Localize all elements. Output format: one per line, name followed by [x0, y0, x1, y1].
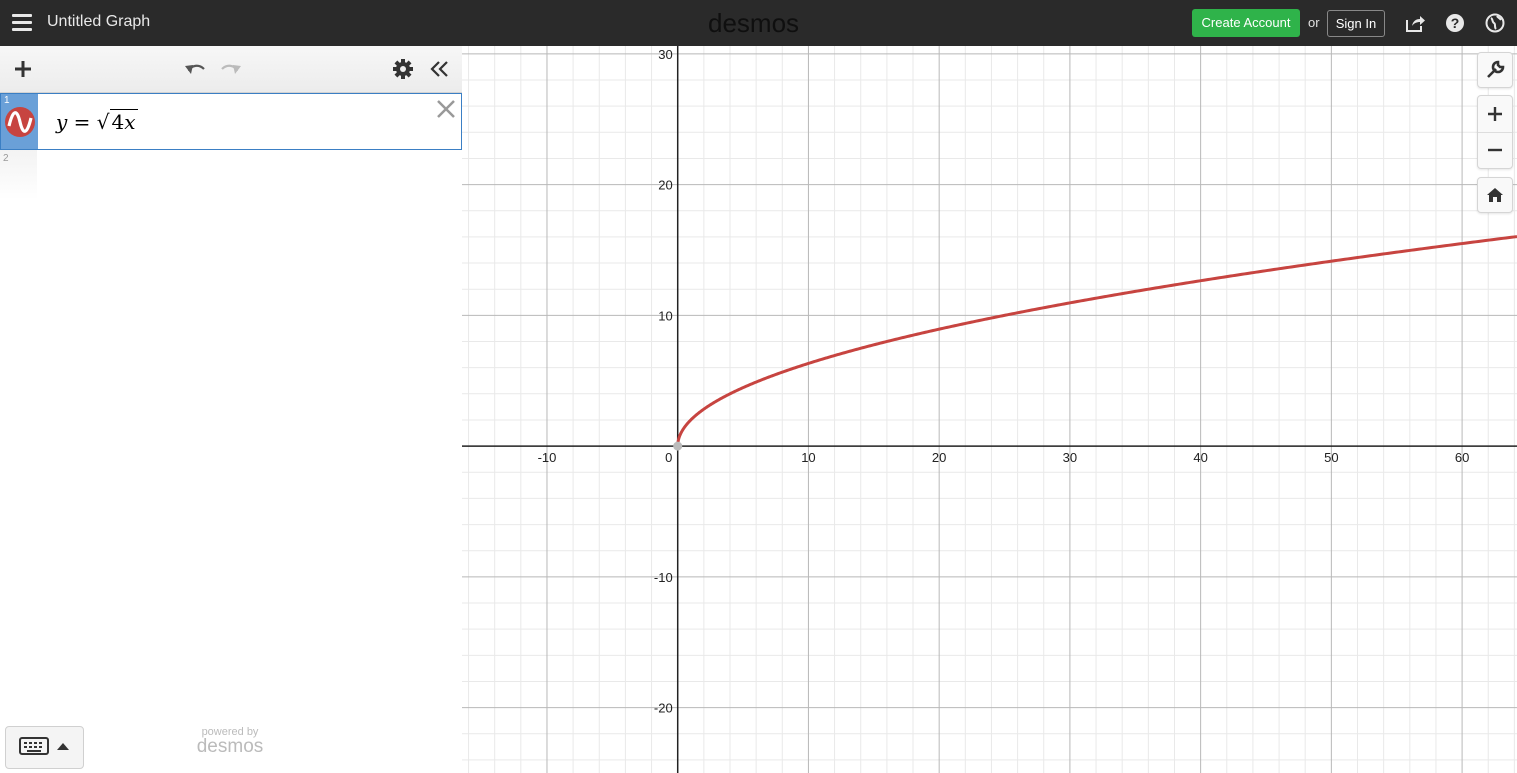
- expression-tab[interactable]: 2: [0, 150, 37, 200]
- collapse-icon[interactable]: [427, 56, 453, 82]
- x-tick-label: 0: [665, 450, 672, 465]
- expression-item-empty[interactable]: 2: [0, 150, 462, 200]
- radicand-coefficient: 4: [111, 110, 125, 134]
- desmos-logo: desmos: [708, 8, 800, 38]
- major-gridlines: [462, 46, 1517, 773]
- zoom-out-button[interactable]: [1478, 133, 1512, 168]
- axes: [462, 46, 1517, 773]
- globe-icon[interactable]: [1484, 12, 1506, 34]
- svg-text:?: ?: [1451, 15, 1460, 31]
- x-tick-label: 60: [1455, 450, 1469, 465]
- zoom-in-icon: [1488, 107, 1502, 121]
- help-icon[interactable]: ?: [1444, 12, 1466, 34]
- wrench-icon: [1487, 60, 1505, 78]
- expression-lhs: y: [56, 110, 68, 134]
- expression-toolbar: [0, 46, 462, 93]
- expression-number: 2: [3, 153, 9, 164]
- x-tick-label: 20: [932, 450, 946, 465]
- share-icon[interactable]: [1404, 12, 1426, 34]
- expression-input[interactable]: y = √ 4x: [56, 109, 138, 134]
- y-tick-label: 30: [658, 47, 672, 62]
- top-bar: Untitled Graph desmos Create Account or …: [0, 0, 1517, 46]
- minor-gridlines: [462, 46, 1517, 773]
- menu-icon[interactable]: [12, 14, 32, 32]
- zoom-controls: [1477, 95, 1513, 169]
- expression-item[interactable]: 1 y = √ 4x: [0, 93, 462, 150]
- x-tick-label: 30: [1063, 450, 1077, 465]
- x-tick-label: 10: [801, 450, 815, 465]
- default-viewport-button[interactable]: [1477, 177, 1513, 213]
- y-tick-label: 10: [658, 308, 672, 323]
- add-icon[interactable]: [10, 56, 36, 82]
- graph-settings-button[interactable]: [1477, 52, 1513, 88]
- graph-paper[interactable]: -10 0 10 20 30 40 50 60 30 20 10 -10 -20: [462, 46, 1517, 773]
- expression-equals: =: [73, 110, 91, 134]
- y-tick-label: 20: [658, 178, 672, 193]
- or-label: or: [1308, 15, 1320, 30]
- expression-panel: 1 y = √ 4x 2 powered by desmos: [0, 46, 463, 773]
- powered-by-desmos[interactable]: powered by desmos: [190, 726, 270, 758]
- expression-number: 1: [4, 95, 10, 106]
- create-account-button[interactable]: Create Account: [1192, 9, 1300, 37]
- sqrt-radicand: 4x: [109, 109, 138, 134]
- redo-icon[interactable]: [218, 56, 244, 82]
- x-tick-label: 40: [1193, 450, 1207, 465]
- sqrt-symbol: √: [96, 110, 110, 134]
- y-tick-label: -10: [654, 570, 673, 585]
- y-tick-label: -20: [654, 701, 673, 716]
- powered-by-brand: desmos: [196, 736, 264, 757]
- graph-canvas[interactable]: -10 0 10 20 30 40 50 60 30 20 10 -10 -20: [462, 46, 1517, 773]
- sign-in-button[interactable]: Sign In: [1327, 10, 1385, 37]
- undo-icon[interactable]: [182, 56, 208, 82]
- graph-title[interactable]: Untitled Graph: [47, 13, 150, 31]
- x-tick-label: -10: [538, 450, 557, 465]
- gear-icon[interactable]: [390, 56, 416, 82]
- zoom-out-icon: [1488, 148, 1502, 152]
- y-tick-labels: 30 20 10 -10 -20: [654, 47, 673, 716]
- origin-point[interactable]: [673, 441, 683, 451]
- graph-color-toggle[interactable]: [5, 107, 35, 137]
- keypad-toggle-button[interactable]: [5, 726, 84, 769]
- x-tick-label: 50: [1324, 450, 1338, 465]
- zoom-in-button[interactable]: [1478, 96, 1512, 133]
- close-icon[interactable]: [435, 98, 457, 120]
- expression-tab[interactable]: 1: [1, 94, 38, 149]
- home-icon: [1487, 188, 1503, 202]
- radicand-variable: x: [124, 110, 136, 134]
